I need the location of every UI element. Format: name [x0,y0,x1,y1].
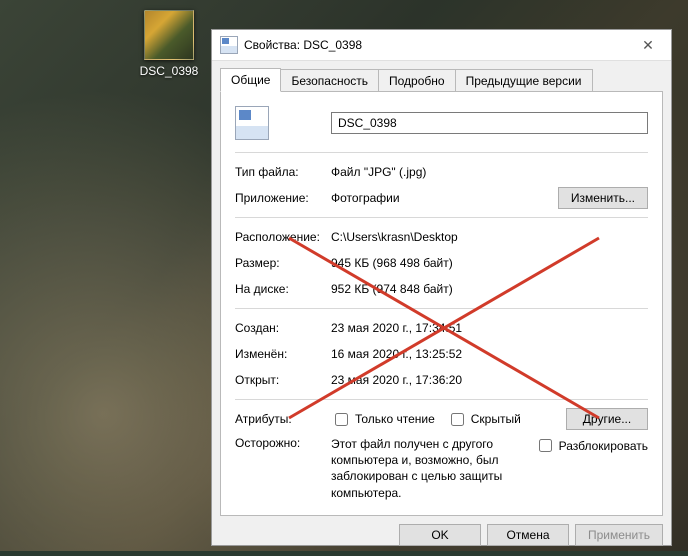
label-on-disk: На диске: [235,282,331,296]
label-created: Создан: [235,321,331,335]
label-type: Тип файла: [235,165,331,179]
label-modified: Изменён: [235,347,331,361]
desktop-file-icon[interactable]: DSC_0398 [134,10,204,78]
label-size: Размер: [235,256,331,270]
tab-previous-versions[interactable]: Предыдущие версии [455,69,593,92]
file-icon [220,36,238,54]
window-title: Свойства: DSC_0398 [244,38,625,52]
value-created: 23 мая 2020 г., 17:34:51 [331,321,648,335]
checkbox-hidden-input[interactable] [451,413,464,426]
tabstrip: Общие Безопасность Подробно Предыдущие в… [212,61,671,91]
label-app: Приложение: [235,191,331,205]
tab-details[interactable]: Подробно [378,69,456,92]
tab-security[interactable]: Безопасность [280,69,379,92]
separator [235,308,648,309]
tab-panel-general: Тип файла: Файл "JPG" (.jpg) Приложение:… [220,91,663,516]
checkbox-unblock-label: Разблокировать [559,439,648,453]
ok-button[interactable]: OK [399,524,481,546]
label-location: Расположение: [235,230,331,244]
tab-general[interactable]: Общие [220,68,281,92]
properties-dialog: Свойства: DSC_0398 ✕ Общие Безопасность … [211,29,672,546]
separator [235,217,648,218]
titlebar[interactable]: Свойства: DSC_0398 ✕ [212,30,671,61]
label-warning: Осторожно: [235,436,331,450]
value-type: Файл "JPG" (.jpg) [331,165,648,179]
cancel-button[interactable]: Отмена [487,524,569,546]
value-accessed: 23 мая 2020 г., 17:36:20 [331,373,648,387]
checkbox-readonly-label: Только чтение [355,412,435,426]
value-warning: Этот файл получен с другого компьютера и… [331,436,535,501]
other-attributes-button[interactable]: Другие... [566,408,648,430]
checkbox-readonly-input[interactable] [335,413,348,426]
checkbox-hidden-label: Скрытый [471,412,521,426]
label-attributes: Атрибуты: [235,412,331,426]
close-button[interactable]: ✕ [625,30,671,60]
file-type-icon [235,106,269,140]
value-size: 945 КБ (968 498 байт) [331,256,648,270]
separator [235,399,648,400]
value-app: Фотографии [331,191,558,205]
checkbox-unblock[interactable]: Разблокировать [535,436,648,455]
label-accessed: Открыт: [235,373,331,387]
value-on-disk: 952 КБ (974 848 байт) [331,282,648,296]
change-app-button[interactable]: Изменить... [558,187,648,209]
file-thumbnail-icon [144,10,194,60]
desktop-file-label: DSC_0398 [134,64,204,78]
checkbox-hidden[interactable]: Скрытый [447,410,521,429]
checkbox-unblock-input[interactable] [539,439,552,452]
apply-button[interactable]: Применить [575,524,663,546]
value-location: C:\Users\krasn\Desktop [331,230,648,244]
value-modified: 16 мая 2020 г., 13:25:52 [331,347,648,361]
separator [235,152,648,153]
checkbox-readonly[interactable]: Только чтение [331,410,435,429]
filename-input[interactable] [331,112,648,134]
